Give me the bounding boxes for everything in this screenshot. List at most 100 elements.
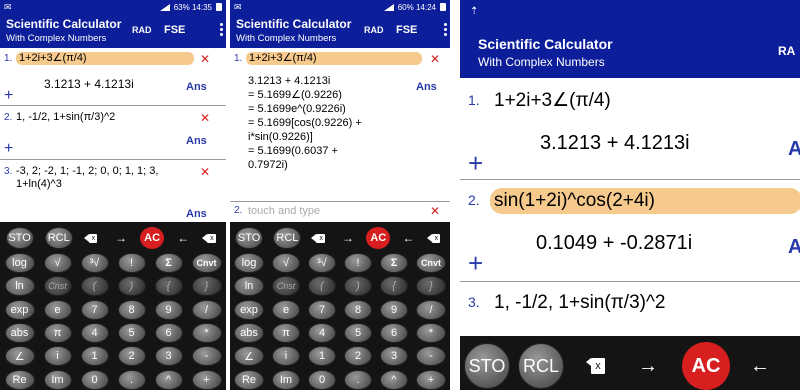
key-x-1-4[interactable]: { [380,276,408,297]
history-entry[interactable]: 1. 1+2i+3∠(π/4) ✕ Ans 3.1213 + 4.1213i =… [230,48,450,202]
key-2-4-3[interactable]: 2 [344,346,372,367]
entry-expression-line[interactable]: -3, 2; -2, 1; -1, 2; 0, 0; 1, 1; 3, [16,165,158,178]
key-x-4-5[interactable]: - [191,346,222,367]
key-6-3-4[interactable]: 6 [154,322,183,343]
delete-icon[interactable]: ✕ [200,53,210,65]
overflow-menu-icon[interactable] [444,23,447,37]
key-ln-1-0[interactable]: ln [234,276,264,297]
key-x-0-4[interactable]: Σ [154,253,183,273]
key-im-5-1[interactable]: Im [43,369,72,390]
rcl-key[interactable]: RCL [518,343,564,389]
key-5-3-3[interactable]: 5 [117,322,146,343]
key-7-2-2[interactable]: 7 [80,299,109,320]
input-line[interactable]: 2. touch and type ✕ [230,202,450,220]
entry-expression[interactable]: 1, -1/2, 1+sin(π/3)^2 [16,111,115,124]
key-cnst-1-1[interactable]: Cnst [43,276,72,297]
key-abs-3-0[interactable]: abs [4,322,35,343]
key-5-3-3[interactable]: 5 [344,322,372,343]
key-x-5-4[interactable]: ^ [154,369,183,390]
key-x-3-5[interactable]: * [416,322,446,343]
history-entry[interactable]: 1. 1+2i+3∠(π/4) 3.1213 + 4.1213i A + [460,78,800,180]
key-4-3-2[interactable]: 4 [308,322,336,343]
key-2-4-3[interactable]: 2 [117,346,146,367]
key-x-0-3[interactable]: ! [117,253,146,273]
history-entry[interactable]: 3. -3, 2; -2, 1; -1, 2; 0, 0; 1, 1; 3, 1… [0,160,226,220]
key-cnst-1-1[interactable]: Cnst [272,276,300,297]
key-re-5-0[interactable]: Re [234,369,264,390]
entry-expression[interactable]: 1+2i+3∠(π/4) [16,52,194,65]
key-0-5-2[interactable]: 0 [80,369,109,390]
key-1-4-2[interactable]: 1 [308,346,336,367]
delete-icon[interactable]: ✕ [430,205,440,217]
delete-key[interactable]: x [426,229,445,247]
ans-button[interactable]: A [788,138,800,161]
key-x-1-2[interactable]: ( [308,276,336,297]
history-entry[interactable]: 2. 1, -1/2, 1+sin(π/3)^2 ✕ Ans + [0,106,226,160]
key-x-2-5[interactable]: / [416,299,446,320]
key-x-5-5[interactable]: + [416,369,446,390]
key-re-5-0[interactable]: Re [4,369,35,390]
key-x-5-5[interactable]: + [191,369,222,390]
key-1-4-2[interactable]: 1 [80,346,109,367]
key-x-1-3[interactable]: ) [344,276,372,297]
key-x-3-5[interactable]: * [191,322,222,343]
key-x-3-1[interactable]: π [272,322,300,343]
key-abs-3-0[interactable]: abs [234,322,264,343]
ans-button[interactable]: A [788,236,800,259]
ans-button[interactable]: Ans [186,208,207,220]
key-e-2-1[interactable]: e [272,299,300,320]
entry-expression-line[interactable]: 1+ln(4)^3 [16,178,62,191]
ans-button[interactable]: Ans [416,81,437,93]
key-x-4-0[interactable]: ∠ [234,346,264,367]
key-4-3-2[interactable]: 4 [80,322,109,343]
delete-key[interactable]: x [202,229,220,247]
key-3-4-4[interactable]: 3 [154,346,183,367]
key-log-0-0[interactable]: log [4,253,35,273]
add-icon[interactable]: + [468,250,483,276]
cursor-left-key[interactable]: ← [401,229,417,247]
add-icon[interactable]: + [4,141,13,157]
history-entry[interactable]: 3. 1, -1/2, 1+sin(π/3)^2 [460,282,800,326]
key-xx-0-2[interactable]: ³√ [308,253,336,273]
key-x-0-4[interactable]: Σ [380,253,408,273]
key-cnvt-0-5[interactable]: Cnvt [191,253,222,273]
key-x-2-5[interactable]: / [191,299,222,320]
cursor-left-key[interactable]: ← [175,229,191,247]
sto-key[interactable]: STO [464,343,510,389]
angle-mode-button[interactable]: RAD [364,25,384,35]
key-9-2-4[interactable]: 9 [380,299,408,320]
ac-key[interactable]: AC [140,227,165,249]
key-x-1-3[interactable]: ) [117,276,146,297]
key-x-1-2[interactable]: ( [80,276,109,297]
cursor-right-key[interactable]: → [113,229,129,247]
key-x-0-1[interactable]: √ [272,253,300,273]
angle-mode-button[interactable]: RAD [132,25,152,35]
entry-expression[interactable]: 1+2i+3∠(π/4) [494,90,611,112]
history-entry[interactable]: 1. 1+2i+3∠(π/4) ✕ 3.1213 + 4.1213i Ans + [0,48,226,106]
key-0-5-2[interactable]: 0 [308,369,336,390]
key-i-4-1[interactable]: i [272,346,300,367]
key-3-4-4[interactable]: 3 [380,346,408,367]
key-x-5-3[interactable]: . [344,369,372,390]
entry-expression[interactable]: 1, -1/2, 1+sin(π/3)^2 [494,292,665,314]
format-mode-button[interactable]: FSE [396,24,417,36]
input-placeholder[interactable]: touch and type [248,205,320,218]
key-exp-2-0[interactable]: exp [234,299,264,320]
key-x-4-5[interactable]: - [416,346,446,367]
ac-key[interactable]: AC [366,227,391,249]
key-log-0-0[interactable]: log [234,253,264,273]
key-x-3-1[interactable]: π [43,322,72,343]
key-cnvt-0-5[interactable]: Cnvt [416,253,446,273]
key-x-4-0[interactable]: ∠ [4,346,35,367]
add-icon[interactable]: + [468,150,483,176]
key-7-2-2[interactable]: 7 [308,299,336,320]
key-8-2-3[interactable]: 8 [344,299,372,320]
delete-icon[interactable]: ✕ [430,53,440,65]
rcl-key[interactable]: RCL [44,227,73,249]
key-8-2-3[interactable]: 8 [117,299,146,320]
key-x-1-5[interactable]: } [191,276,222,297]
key-e-2-1[interactable]: e [43,299,72,320]
entry-expression[interactable]: sin(1+2i)^cos(2+4i) [490,188,800,214]
key-x-1-4[interactable]: { [154,276,183,297]
ac-key[interactable]: AC [682,342,730,390]
